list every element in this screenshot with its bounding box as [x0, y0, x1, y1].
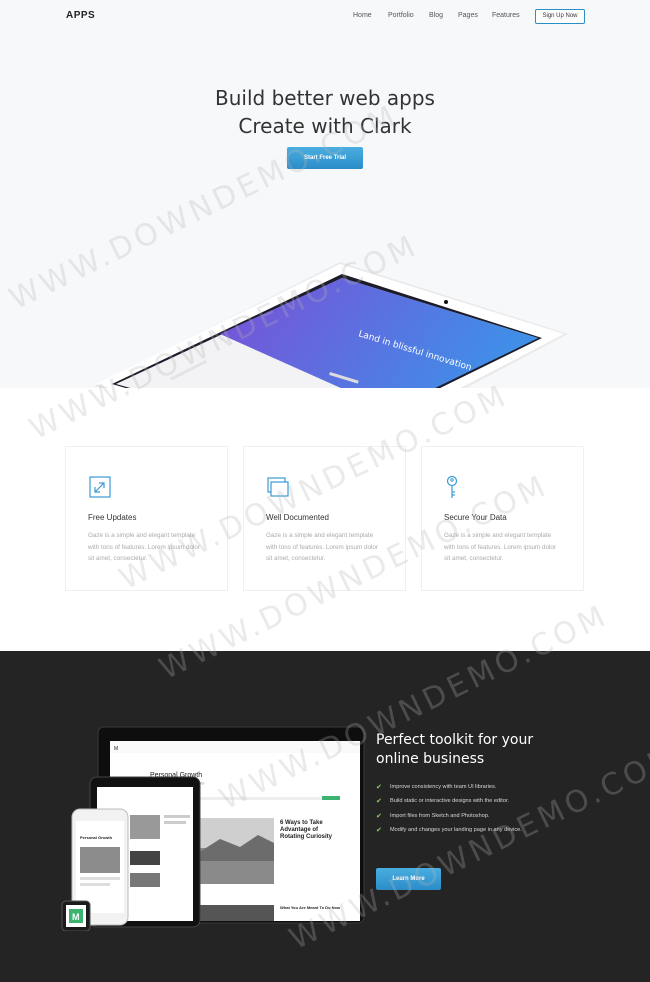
key-icon [446, 475, 458, 498]
svg-text:M: M [114, 746, 118, 752]
list-item-text: Build static or interactive designs with… [390, 798, 510, 805]
feature-title: Secure Your Data [444, 513, 507, 522]
check-icon: ✔ [376, 784, 382, 791]
list-item: ✔ Modify and changes your landing page in… [376, 823, 546, 837]
svg-text:6 Ways to Take: 6 Ways to Take [280, 820, 323, 826]
toolkit-feature-list: ✔ Improve consistency with team UI librar… [376, 780, 546, 838]
feature-title: Well Documented [266, 513, 329, 522]
start-free-trial-button[interactable]: Start Free Trial [287, 147, 363, 169]
nav-item-pages[interactable]: Pages [458, 12, 478, 19]
toolkit-title-line2: online business [376, 751, 485, 767]
feature-title: Free Updates [88, 513, 137, 522]
nav-item-home[interactable]: Home [353, 12, 372, 19]
feature-card-well-documented: Well Documented Gaze is a simple and ele… [243, 446, 406, 591]
top-navigation: APPS Home Portfolio Blog Pages Features … [0, 0, 650, 34]
svg-text:Advantage of: Advantage of [280, 827, 319, 833]
nav-item-features[interactable]: Features [492, 12, 520, 19]
hero-headline-line2: Create with Clark [238, 114, 412, 138]
svg-text:M: M [72, 912, 80, 922]
feature-card-secure-data: Secure Your Data Gaze is a simple and el… [421, 446, 584, 591]
feature-description: Gaze is a simple and elegant template wi… [266, 532, 378, 563]
devices-mockup: M Personal Growth Keep Learning. Keep Gr… [61, 726, 365, 931]
list-item-text: Modify and changes your landing page in … [390, 827, 522, 834]
check-icon: ✔ [376, 798, 382, 806]
feature-card-free-updates: Free Updates Gaze is a simple and elegan… [65, 446, 228, 591]
check-icon: ✔ [376, 827, 382, 835]
ipad-illustration: Land in blissful innovation [94, 262, 568, 388]
svg-text:Personal Growth: Personal Growth [80, 835, 113, 840]
expand-icon [89, 476, 111, 498]
learn-more-button[interactable]: Learn More [376, 868, 441, 890]
toolkit-title-line1: Perfect toolkit for your [376, 732, 534, 748]
toolkit-title: Perfect toolkit for your online business [376, 731, 533, 769]
list-item: ✔ Build static or interactive designs wit… [376, 794, 546, 808]
nav-item-blog[interactable]: Blog [429, 12, 443, 19]
toolkit-section: M Personal Growth Keep Learning. Keep Gr… [0, 651, 650, 982]
documents-icon [267, 477, 289, 497]
mock-article-2: What You Are Meant To Do Now [280, 905, 341, 910]
nav-item-portfolio[interactable]: Portfolio [388, 12, 414, 19]
check-icon: ✔ [376, 812, 382, 820]
list-item: ✔ Import files from Sketch and Photoshop. [376, 809, 546, 823]
list-item-text: Improve consistency with team UI librari… [390, 784, 497, 790]
hero-section: Build better web apps Create with Clark … [0, 0, 650, 388]
feature-description: Gaze is a simple and elegant template wi… [444, 532, 556, 563]
hero-headline-line1: Build better web apps [215, 86, 435, 110]
feature-description: Gaze is a simple and elegant template wi… [88, 532, 200, 563]
list-item: ✔ Improve consistency with team UI librar… [376, 780, 546, 794]
list-item-text: Import files from Sketch and Photoshop. [390, 812, 490, 819]
site-logo[interactable]: APPS [66, 10, 95, 21]
sign-up-button[interactable]: Sign Up Now [535, 9, 585, 24]
svg-text:Rotating Curiosity: Rotating Curiosity [280, 834, 333, 840]
